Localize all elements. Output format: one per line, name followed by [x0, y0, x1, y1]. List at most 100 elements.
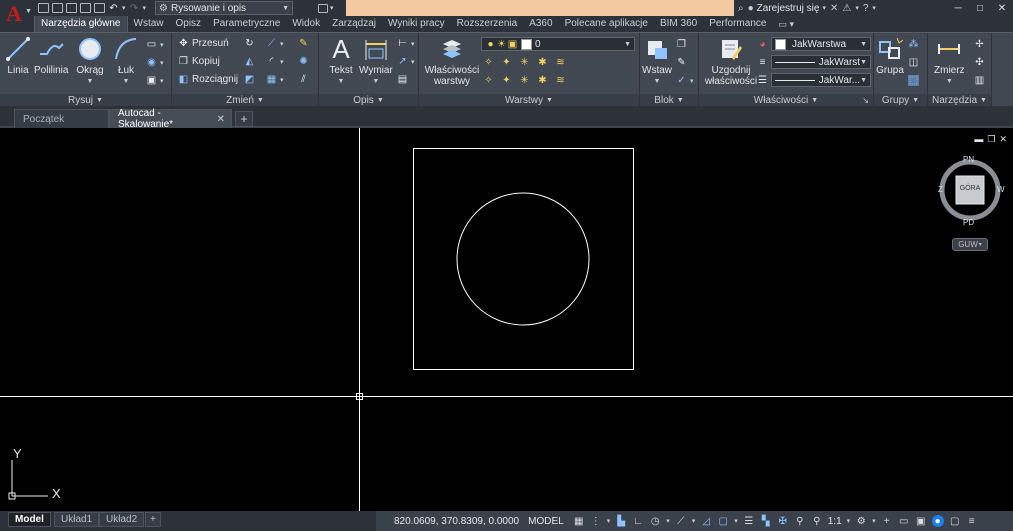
lineweight-selector[interactable]: JakWar... ▼: [771, 73, 871, 87]
layer-off-icon[interactable]: ✧: [483, 57, 494, 68]
layer-unisolate-icon[interactable]: ✦: [501, 75, 512, 86]
undo-dropdown-icon[interactable]: ▾: [122, 4, 126, 12]
tab-layout2[interactable]: Układ2: [99, 512, 145, 527]
tab-add-ins[interactable]: Rozszerzenia: [451, 16, 524, 32]
maximize-icon[interactable]: □: [969, 0, 991, 16]
save-as-icon[interactable]: [80, 3, 91, 13]
tab-manage[interactable]: Zarządzaj: [326, 16, 382, 32]
compass-west[interactable]: Z: [938, 185, 943, 194]
plot-icon[interactable]: [94, 3, 105, 13]
viewport-restore-icon[interactable]: ❐: [987, 134, 995, 145]
dimension-button[interactable]: Wymiar ▼: [359, 35, 393, 87]
annotation-monitor-icon[interactable]: +: [881, 515, 893, 527]
stretch-button[interactable]: ◧ Rozciągnij: [178, 74, 238, 85]
compass-south[interactable]: PD: [963, 218, 974, 227]
tab-view[interactable]: Widok: [286, 16, 326, 32]
redo-dropdown-icon[interactable]: ▾: [143, 4, 147, 12]
workspace-switch-icon[interactable]: ⚙: [855, 515, 867, 527]
group-selection-tool[interactable]: ⬚: [908, 75, 919, 86]
rotate-button[interactable]: ↻: [244, 38, 255, 49]
tab-bim360[interactable]: BIM 360: [654, 16, 703, 32]
layer-states-icon[interactable]: ≋: [555, 75, 566, 86]
dynamic-input-icon[interactable]: ▙: [615, 515, 627, 527]
arc-button[interactable]: Łuk ▼: [112, 35, 140, 87]
layer-thaw-icon[interactable]: ✳: [519, 75, 530, 86]
erase-button[interactable]: ✎: [298, 38, 309, 49]
hatch-tool[interactable]: ◉ ▾: [146, 57, 163, 68]
leader-tool[interactable]: ↗ ▾: [397, 56, 414, 67]
viewcube-top-face[interactable]: GÓRA: [956, 185, 984, 192]
chevron-down-icon[interactable]: ▾: [734, 517, 738, 525]
search-icon[interactable]: ⌕: [738, 3, 744, 14]
layer-current-icon[interactable]: ✧: [483, 75, 494, 86]
new-layout-button[interactable]: +: [145, 512, 161, 527]
layer-selector[interactable]: ● ☀ ▣ 0 ▼: [481, 37, 635, 51]
layer-freeze-icon[interactable]: ✳: [519, 57, 530, 68]
tab-insert[interactable]: Wstaw: [128, 16, 170, 32]
compass-north[interactable]: PN: [963, 155, 974, 164]
close-icon[interactable]: ✕: [217, 114, 225, 125]
exchange-apps-icon[interactable]: ✕: [830, 3, 838, 14]
object-snap-icon[interactable]: ▢: [717, 515, 729, 527]
insert-block-button[interactable]: Wstaw ▼: [642, 35, 672, 87]
drawn-circle[interactable]: [456, 192, 590, 326]
chevron-down-icon[interactable]: ▾: [872, 4, 876, 12]
customization-icon[interactable]: ≡: [966, 515, 978, 527]
calculator-tool[interactable]: ▥: [974, 75, 985, 86]
layer-unlock-icon[interactable]: ✱: [537, 75, 548, 86]
qat-customize-icon[interactable]: ▾: [330, 4, 334, 12]
scale-button[interactable]: ◩: [244, 74, 255, 85]
copy-button[interactable]: ❐ Kopiuj: [178, 56, 220, 67]
boundary-tool[interactable]: ▣ ▾: [146, 75, 164, 86]
ortho-icon[interactable]: ∟: [632, 515, 644, 527]
selection-cycling-icon[interactable]: ✠: [777, 515, 789, 527]
tab-start[interactable]: Początek: [14, 109, 109, 128]
circle-button[interactable]: Okrąg ▼: [76, 35, 104, 87]
chevron-down-icon[interactable]: ▾: [607, 517, 611, 525]
coordinates-readout[interactable]: 820.0609, 370.8309, 0.0000: [394, 516, 519, 527]
tab-drawing-active[interactable]: Autocad - Skalowanie* ✕: [109, 108, 232, 130]
ungroup-tool[interactable]: ⁂: [908, 39, 919, 50]
tab-annotate[interactable]: Opisz: [170, 16, 208, 32]
tab-layout1[interactable]: Układ1: [54, 512, 100, 527]
chevron-down-icon[interactable]: ▾: [666, 517, 670, 525]
fillet-button[interactable]: ◜ ▾: [266, 56, 284, 67]
drawn-square[interactable]: [413, 148, 634, 370]
tab-featured-apps[interactable]: Polecane aplikacje: [559, 16, 654, 32]
layer-lock-icon[interactable]: ✱: [537, 57, 548, 68]
isometric-icon[interactable]: ⟋: [675, 515, 687, 527]
units-icon[interactable]: ▭: [898, 515, 910, 527]
auto-scale-icon[interactable]: ⚲: [811, 515, 823, 527]
quick-properties-icon[interactable]: ▣: [915, 515, 927, 527]
layer-match-icon[interactable]: ≋: [555, 57, 566, 68]
close-icon[interactable]: ✕: [991, 0, 1013, 16]
open-file-icon[interactable]: [52, 3, 63, 13]
object-snap-tracking-icon[interactable]: ◿: [700, 515, 712, 527]
text-button[interactable]: A Tekst ▼: [327, 35, 355, 87]
drawing-area[interactable]: Y X ▬ ❐ ✕ GÓRA PN PD W Z GUW ▾: [0, 128, 1013, 511]
rectangle-tool[interactable]: ▭ ▾: [146, 39, 164, 50]
clean-screen-icon[interactable]: ▢: [949, 515, 961, 527]
annotation-scale[interactable]: 1:1: [828, 516, 842, 527]
model-space-toggle[interactable]: MODEL: [524, 516, 568, 527]
tab-performance[interactable]: Performance: [703, 16, 772, 32]
share-icon[interactable]: [318, 3, 328, 13]
tab-model[interactable]: Model: [8, 512, 51, 527]
save-icon[interactable]: [66, 3, 77, 13]
help-icon[interactable]: ?: [863, 3, 869, 14]
measure-button[interactable]: Zmierz ▼: [934, 35, 965, 87]
edit-block-tool[interactable]: ✎: [676, 57, 687, 68]
chevron-down-icon[interactable]: ▾: [872, 517, 876, 525]
ribbon-minimize-icon[interactable]: ▭ ▾: [778, 19, 794, 30]
redo-icon[interactable]: ↷: [129, 3, 140, 14]
line-button[interactable]: Linia: [4, 35, 32, 76]
group-button[interactable]: Grupa: [876, 35, 904, 76]
tab-parametric[interactable]: Parametryczne: [207, 16, 286, 32]
new-file-icon[interactable]: [38, 3, 49, 13]
block-attribute-tool[interactable]: ✓ ▾: [676, 75, 693, 86]
wcs-menu-button[interactable]: GUW ▾: [952, 238, 988, 251]
quick-select-tool[interactable]: ✢: [974, 39, 985, 50]
layer-isolate-icon[interactable]: ✦: [501, 57, 512, 68]
new-drawing-button[interactable]: +: [235, 111, 253, 127]
group-edit-tool[interactable]: ◫: [908, 57, 919, 68]
